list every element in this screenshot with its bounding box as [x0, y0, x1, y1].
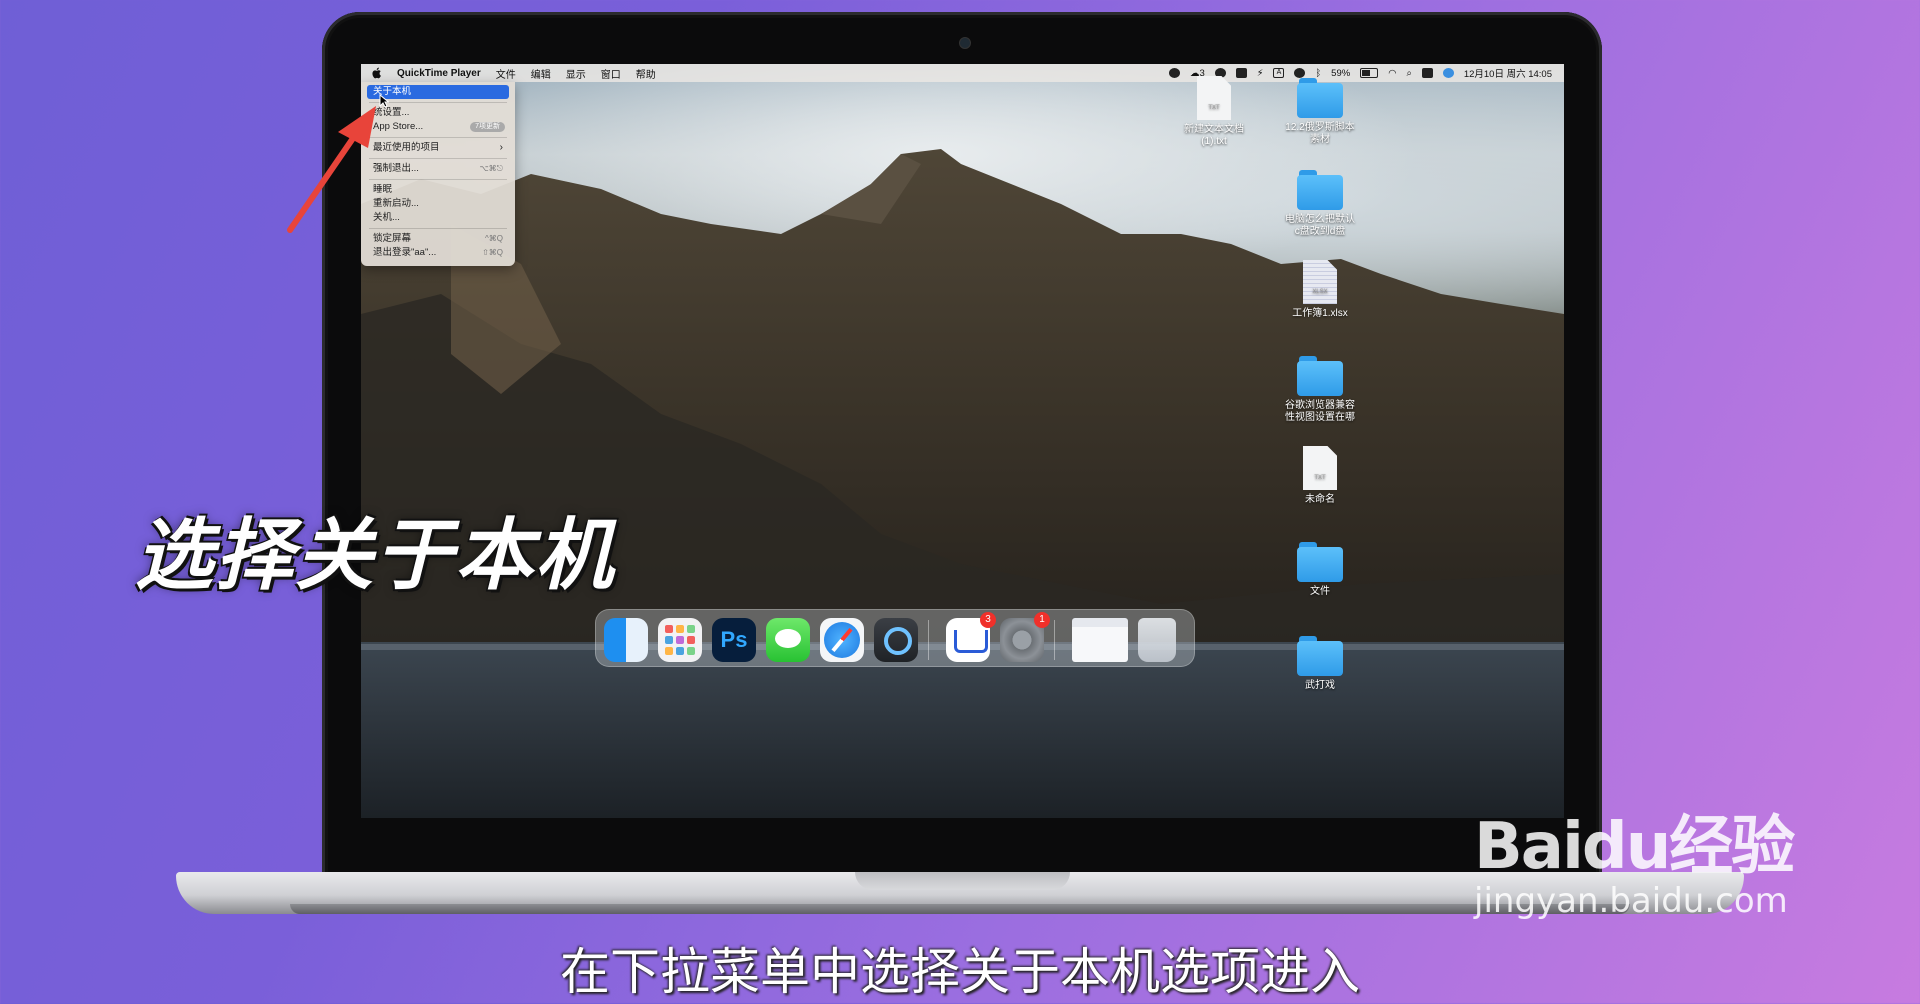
- bluetooth-icon[interactable]: ᛒ: [1315, 68, 1321, 79]
- menu-app-name[interactable]: QuickTime Player: [397, 68, 481, 79]
- folder-icon: [1297, 636, 1343, 676]
- desktop-folder-chrome-compat[interactable]: 谷歌浏览器兼容性视图设置在哪: [1283, 356, 1357, 424]
- launchpad-icon[interactable]: [658, 618, 702, 662]
- doc-tag: TXT: [1314, 475, 1326, 481]
- caption-subtitle: 在下拉菜单中选择关于本机选项进入: [560, 943, 1360, 1001]
- watermark-logo: Baidu经验: [1474, 810, 1795, 884]
- desktop-icon-label: 工作簿1.xlsx: [1292, 308, 1348, 319]
- menu-edit[interactable]: 编辑: [531, 66, 551, 81]
- doc-tag: XLSX: [1312, 289, 1328, 295]
- laptop-base-shadow: [290, 904, 1630, 914]
- notification-badge: 1: [1034, 612, 1050, 628]
- doc-tag: TXT: [1208, 105, 1220, 111]
- menu-shortcut: ⌥⌘⎋: [479, 164, 503, 173]
- desktop-file-txt[interactable]: TXT 新建文本文档 (1).txt: [1177, 76, 1251, 148]
- webcam-dot: [959, 37, 971, 49]
- laptop-notch: [855, 872, 1070, 890]
- watermark-url: jingyan.baidu.com: [1474, 881, 1788, 921]
- menu-bar: QuickTime Player 文件 编辑 显示 窗口 帮助 ☁3 ⚡ A ᛒ…: [361, 64, 1564, 82]
- desktop-file-untitled[interactable]: TXT 未命名: [1283, 446, 1357, 506]
- dock-separator: [1054, 620, 1055, 660]
- mac-screen: QuickTime Player 文件 编辑 显示 窗口 帮助 ☁3 ⚡ A ᛒ…: [361, 64, 1564, 818]
- control-center-icon[interactable]: [1421, 68, 1433, 78]
- system-settings-icon[interactable]: 1: [1000, 612, 1050, 662]
- desktop-icon-label: 武打戏: [1305, 680, 1335, 691]
- update-badge: 7项更新: [470, 122, 505, 132]
- caption-title: 选择关于本机: [135, 511, 616, 601]
- folder-icon: [1297, 78, 1343, 118]
- menu-file[interactable]: 文件: [496, 66, 516, 81]
- battery-percent: 59%: [1331, 67, 1351, 79]
- bolt-icon[interactable]: ⚡: [1257, 68, 1264, 79]
- mail-app-icon[interactable]: 3: [946, 612, 996, 662]
- folder-icon: [1297, 170, 1343, 210]
- user-icon[interactable]: [1294, 68, 1306, 78]
- input-source-icon[interactable]: A: [1273, 68, 1285, 78]
- finder-icon[interactable]: [604, 618, 648, 662]
- text-document-icon: TXT: [1303, 446, 1337, 490]
- desktop-folder-files[interactable]: 文件: [1283, 542, 1357, 598]
- finder-window-thumbnail-icon[interactable]: [1072, 618, 1128, 662]
- quicktime-icon[interactable]: [874, 618, 918, 662]
- desktop-wallpaper: [361, 149, 1564, 818]
- desktop-icon-label: 未命名: [1305, 494, 1335, 505]
- menu-clock[interactable]: 12月10日 周六 14:05: [1464, 66, 1552, 80]
- desktop-icon-label: 文件: [1310, 586, 1330, 597]
- desktop-icon-label: 12.2俄罗斯脚本素材: [1285, 122, 1355, 145]
- menu-shortcut: ^⌘Q: [485, 234, 503, 243]
- battery-icon[interactable]: [1360, 68, 1379, 78]
- folder-icon: [1297, 356, 1343, 396]
- folder-icon: [1297, 542, 1343, 582]
- menu-window[interactable]: 窗口: [601, 66, 621, 81]
- desktop-folder-russian-script[interactable]: 12.2俄罗斯脚本素材: [1283, 78, 1357, 146]
- desktop-folder-fight-scene[interactable]: 武打戏: [1283, 636, 1357, 692]
- dock-separator: [928, 620, 929, 660]
- search-icon[interactable]: ⌕: [1406, 68, 1411, 79]
- siri-icon[interactable]: [1442, 68, 1454, 78]
- notification-badge: 3: [980, 612, 996, 628]
- wifi-icon[interactable]: ◠: [1388, 68, 1396, 79]
- dock: Ps 3 1: [595, 609, 1195, 667]
- desktop-icon-label: 谷歌浏览器兼容性视图设置在哪: [1285, 400, 1355, 423]
- apple-logo-icon[interactable]: [371, 67, 382, 79]
- menu-item-log-out[interactable]: 退出登录"aa"... ⇧⌘Q: [367, 246, 509, 260]
- chevron-right-icon: ›: [499, 142, 503, 153]
- desktop-folder-c-to-d[interactable]: 电脑怎么把默认c盘改到d盘: [1283, 170, 1357, 238]
- menu-view[interactable]: 显示: [566, 66, 586, 81]
- desktop-file-xlsx[interactable]: XLSX 工作簿1.xlsx: [1283, 260, 1357, 320]
- menu-shortcut: ⇧⌘Q: [482, 248, 503, 257]
- spreadsheet-document-icon: XLSX: [1303, 260, 1337, 304]
- menu-help[interactable]: 帮助: [636, 66, 656, 81]
- text-document-icon: TXT: [1197, 76, 1231, 120]
- photoshop-icon[interactable]: Ps: [712, 618, 756, 662]
- red-pointer-arrow-icon: [287, 106, 376, 233]
- desktop-icon-label: 新建文本文档 (1).txt: [1184, 124, 1244, 147]
- baidu-watermark: Baidu经验 jingyan.baidu.com: [1474, 795, 1824, 921]
- desktop-icon-label: 电脑怎么把默认c盘改到d盘: [1285, 214, 1355, 237]
- safari-icon[interactable]: [820, 618, 864, 662]
- menu-item-label: 退出登录"aa"...: [373, 247, 437, 258]
- trash-icon[interactable]: [1138, 618, 1176, 662]
- messages-icon[interactable]: [766, 618, 810, 662]
